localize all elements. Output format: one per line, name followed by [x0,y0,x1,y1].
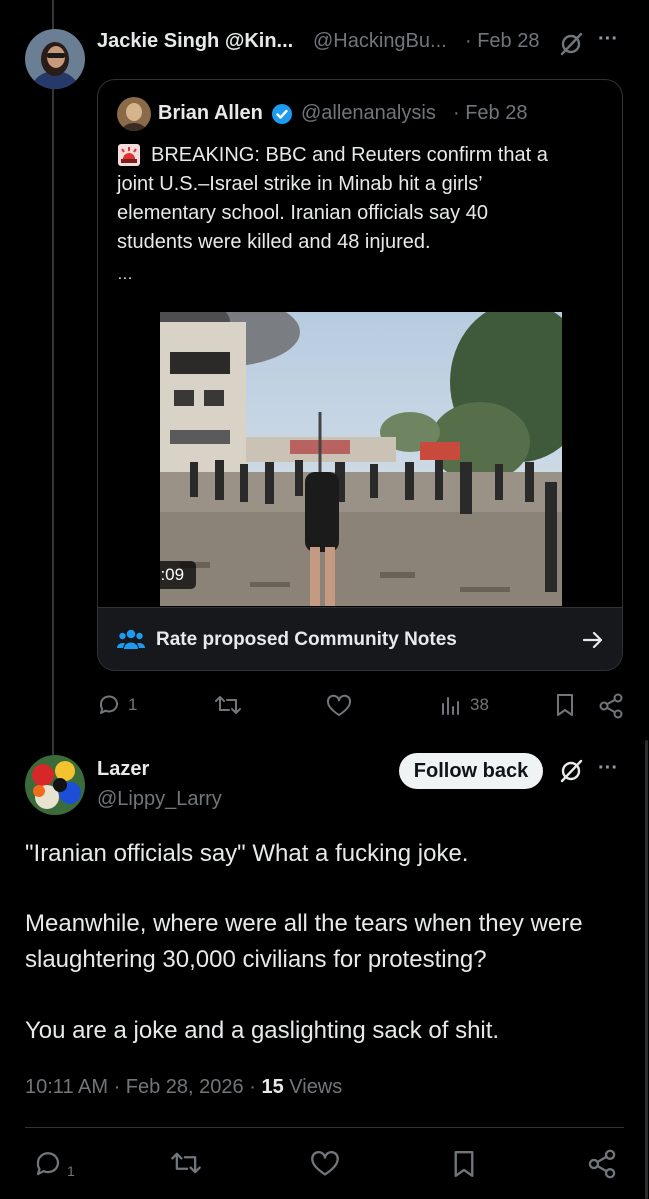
quoted-tweet-card[interactable]: Brian Allen @allenanalysis · Feb 28 BREA… [97,79,623,671]
grok-icon[interactable] [557,757,585,785]
reply-text-line: You are a joke and a gaslighting sack of… [25,1017,500,1044]
quoted-text-line: joint U.S.–Israel strike in Minab hit a … [117,173,483,195]
quoted-text-line: elementary school. Iranian officials say… [117,202,488,224]
reply-reply-button[interactable]: 1 [33,1149,75,1179]
heart-icon [326,694,352,716]
share-button[interactable] [598,693,624,719]
bookmark-icon [454,1150,474,1177]
video-frame-image [160,312,562,606]
like-button[interactable] [326,694,352,718]
reply-icon [99,695,118,714]
quoted-author-handle: @allenanalysis [301,102,436,124]
arrow-right-icon [581,628,605,652]
grok-icon[interactable] [557,30,585,58]
heart-icon [311,1151,339,1176]
reply-retweet-button[interactable] [170,1149,202,1177]
tweet-date[interactable]: · Feb 28 [465,30,539,53]
verified-badge-icon [271,103,293,125]
views-button[interactable]: 38 [440,693,489,717]
reply-views-count: 15 [261,1076,284,1098]
retweet-button[interactable] [214,693,242,717]
reply-icon [36,1152,60,1176]
reply-text-line: slaughtering 30,000 civilians for protes… [25,946,487,973]
views-count: 38 [470,695,489,714]
share-icon [588,1149,616,1179]
community-notes-label: Rate proposed Community Notes [156,629,457,650]
reply-text-line: Meanwhile, where were all the tears when… [25,910,583,937]
quoted-date: · Feb 28 [453,102,528,124]
reply-more-options-button[interactable]: ··· [598,757,618,780]
reply-timestamp: 10:11 AM · Feb 28, 2026 · [25,1076,256,1098]
reply-button[interactable]: 1 [97,693,137,717]
follow-back-button[interactable]: Follow back [399,753,543,789]
bookmark-button[interactable] [554,693,576,717]
share-icon [599,693,623,719]
quoted-author-avatar [117,97,151,131]
quoted-text-ellipsis: … [117,266,133,283]
views-chart-icon [442,697,459,715]
reply-author-avatar[interactable] [25,755,85,815]
siren-icon [117,143,141,167]
video-time: 0:09 [160,565,185,584]
bookmark-icon [557,694,573,716]
divider [25,1127,624,1128]
quoted-text-line: BREAKING: BBC and Reuters confirm that a [151,144,548,166]
reply-share-button[interactable] [587,1149,617,1179]
reply-count: 1 [128,695,138,714]
author-avatar[interactable] [25,29,85,89]
reply-author-handle[interactable]: @Lippy_Larry [97,788,222,811]
quoted-author-name: Brian Allen [158,102,263,124]
thread-line [52,0,54,755]
people-icon [117,628,145,650]
reply-like-button[interactable] [310,1150,340,1178]
reply-views-label: Views [289,1076,343,1098]
author-handle[interactable]: @HackingBu... [313,30,447,53]
reply-bookmark-button[interactable] [451,1149,477,1179]
quoted-text-line: students were killed and 48 injured. [117,231,431,253]
reply-meta: 10:11 AM · Feb 28, 2026 · 15 Views [25,1076,342,1099]
author-name[interactable]: Jackie Singh @Kin... [97,30,293,53]
video-player[interactable]: 0:09 [160,312,562,606]
reply-reply-count: 1 [67,1163,75,1179]
reply-author-name[interactable]: Lazer [97,758,149,781]
community-notes-bar[interactable]: Rate proposed Community Notes [98,607,622,670]
more-options-button[interactable]: ··· [598,28,618,51]
retweet-icon [171,1152,201,1174]
scrollbar[interactable] [645,740,648,1199]
reply-text-line: "Iranian officials say" What a fucking j… [25,840,469,867]
video-timer[interactable]: 0:09 [160,561,196,589]
retweet-icon [215,696,241,714]
